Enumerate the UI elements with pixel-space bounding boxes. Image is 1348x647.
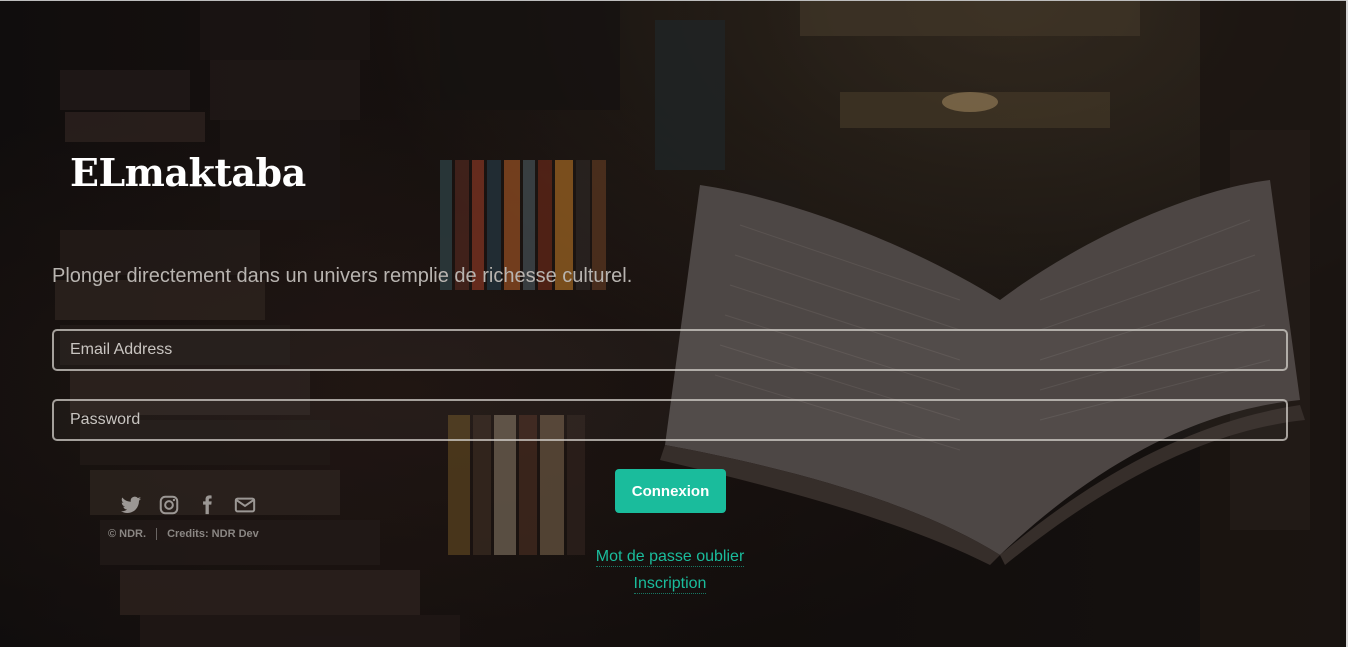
credits-divider — [156, 528, 158, 540]
social-links — [120, 494, 256, 516]
forgot-password-link-row: Mot de passe oublier — [0, 548, 1340, 567]
copyright-text: © NDR. — [108, 528, 147, 540]
facebook-icon[interactable] — [196, 494, 218, 516]
email-field[interactable] — [52, 329, 1288, 371]
hero-tagline: Plonger directement dans un univers remp… — [52, 265, 633, 287]
forgot-password-link[interactable]: Mot de passe oublier — [595, 548, 745, 567]
instagram-icon[interactable] — [158, 494, 180, 516]
register-link-row: Inscription — [0, 575, 1340, 594]
login-page: ELmaktaba Plonger directement dans un un… — [0, 0, 1348, 647]
footer-credits: © NDR. Credits: NDR Dev — [108, 528, 259, 540]
connexion-button[interactable]: Connexion — [615, 469, 726, 513]
twitter-icon[interactable] — [120, 494, 142, 516]
envelope-icon[interactable] — [234, 494, 256, 516]
window-top-edge — [0, 0, 1348, 1]
brand-logo-text: ELmaktaba — [70, 150, 306, 195]
credits-text: Credits: NDR Dev — [167, 528, 259, 540]
register-link[interactable]: Inscription — [633, 575, 707, 594]
password-field[interactable] — [52, 399, 1288, 441]
